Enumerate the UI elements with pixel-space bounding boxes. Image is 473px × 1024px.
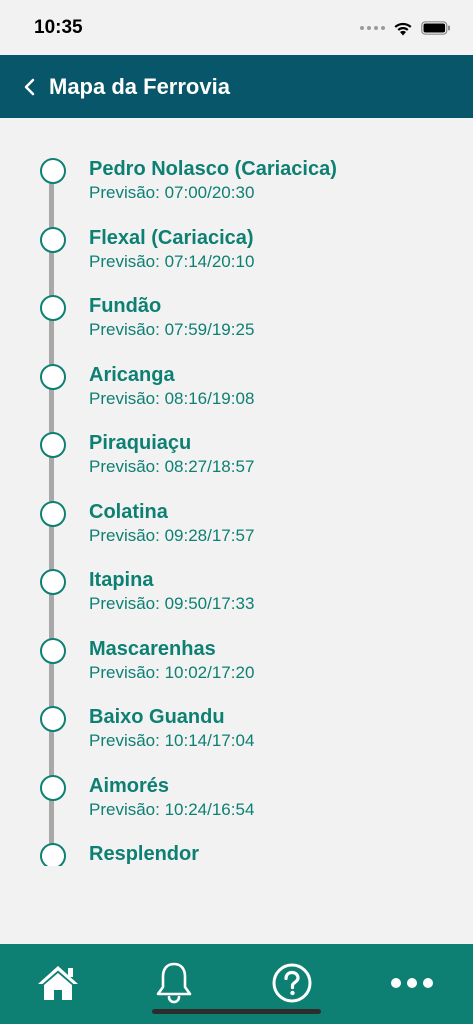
station-marker — [40, 774, 66, 801]
station-marker — [40, 363, 66, 390]
bell-icon — [156, 962, 192, 1004]
station-marker — [40, 843, 66, 866]
station-marker — [40, 226, 66, 253]
status-icons — [360, 18, 451, 38]
station-name: Resplendor — [89, 843, 200, 865]
station-item[interactable]: Flexal (Cariacica) Previsão: 07:14/20:10 — [0, 187, 473, 271]
status-bar: 10:35 — [0, 0, 473, 55]
tab-home[interactable] — [36, 962, 80, 1004]
station-marker — [40, 706, 66, 732]
station-name: Pedro Nolasco (Cariacica) — [89, 158, 337, 180]
station-item[interactable]: Aimorés Previsão: 10:24/16:54 — [0, 735, 473, 819]
page-title: Mapa da Ferrovia — [49, 74, 230, 99]
station-item[interactable]: Mascarenhas Previsão: 10:02/17:20 — [0, 598, 473, 682]
station-name: Itapina — [89, 569, 154, 591]
station-item[interactable]: Pedro Nolasco (Cariacica) Previsão: 07:0… — [0, 118, 473, 202]
station-item[interactable]: Itapina Previsão: 09:50/17:33 — [0, 529, 473, 613]
station-name: Baixo Guandu — [89, 706, 225, 728]
station-marker — [40, 295, 66, 321]
navigation-bar: Mapa da Ferrovia — [0, 55, 473, 118]
station-name: Aricanga — [89, 363, 175, 386]
station-item[interactable]: Resplendor — [0, 803, 473, 866]
station-name: Piraquiaçu — [89, 432, 192, 454]
station-name: Flexal (Cariacica) — [89, 226, 254, 249]
railway-map[interactable]: Pedro Nolasco (Cariacica) Previsão: 07:0… — [0, 118, 473, 866]
battery-icon — [421, 21, 450, 35]
tab-notifications[interactable] — [152, 962, 196, 1004]
station-item[interactable]: Piraquiaçu Previsão: 08:27/18:57 — [0, 392, 473, 476]
station-marker — [40, 500, 66, 527]
chevron-left-icon[interactable] — [22, 77, 38, 97]
status-time: 10:35 — [34, 17, 83, 38]
help-icon — [272, 963, 312, 1003]
tab-help[interactable] — [270, 962, 314, 1004]
station-marker — [40, 158, 66, 184]
station-name: Aimorés — [89, 774, 170, 797]
station-marker — [40, 569, 66, 595]
station-item[interactable]: Aricanga Previsão: 08:16/19:08 — [0, 324, 473, 408]
tab-more[interactable] — [390, 962, 434, 1004]
home-icon — [38, 966, 78, 1000]
station-item[interactable]: Fundão Previsão: 07:59/19:25 — [0, 255, 473, 339]
signal-icon — [360, 26, 385, 30]
station-item[interactable]: Colatina Previsão: 09:28/17:57 — [0, 461, 473, 545]
station-marker — [40, 432, 66, 458]
station-name: Mascarenhas — [89, 637, 216, 660]
station-name: Fundão — [89, 295, 162, 317]
station-marker — [40, 637, 66, 664]
home-indicator — [152, 1009, 321, 1014]
station-item[interactable]: Baixo Guandu Previsão: 10:14/17:04 — [0, 666, 473, 750]
wifi-icon — [394, 22, 412, 35]
more-icon — [391, 978, 433, 988]
station-name: Colatina — [89, 500, 168, 523]
